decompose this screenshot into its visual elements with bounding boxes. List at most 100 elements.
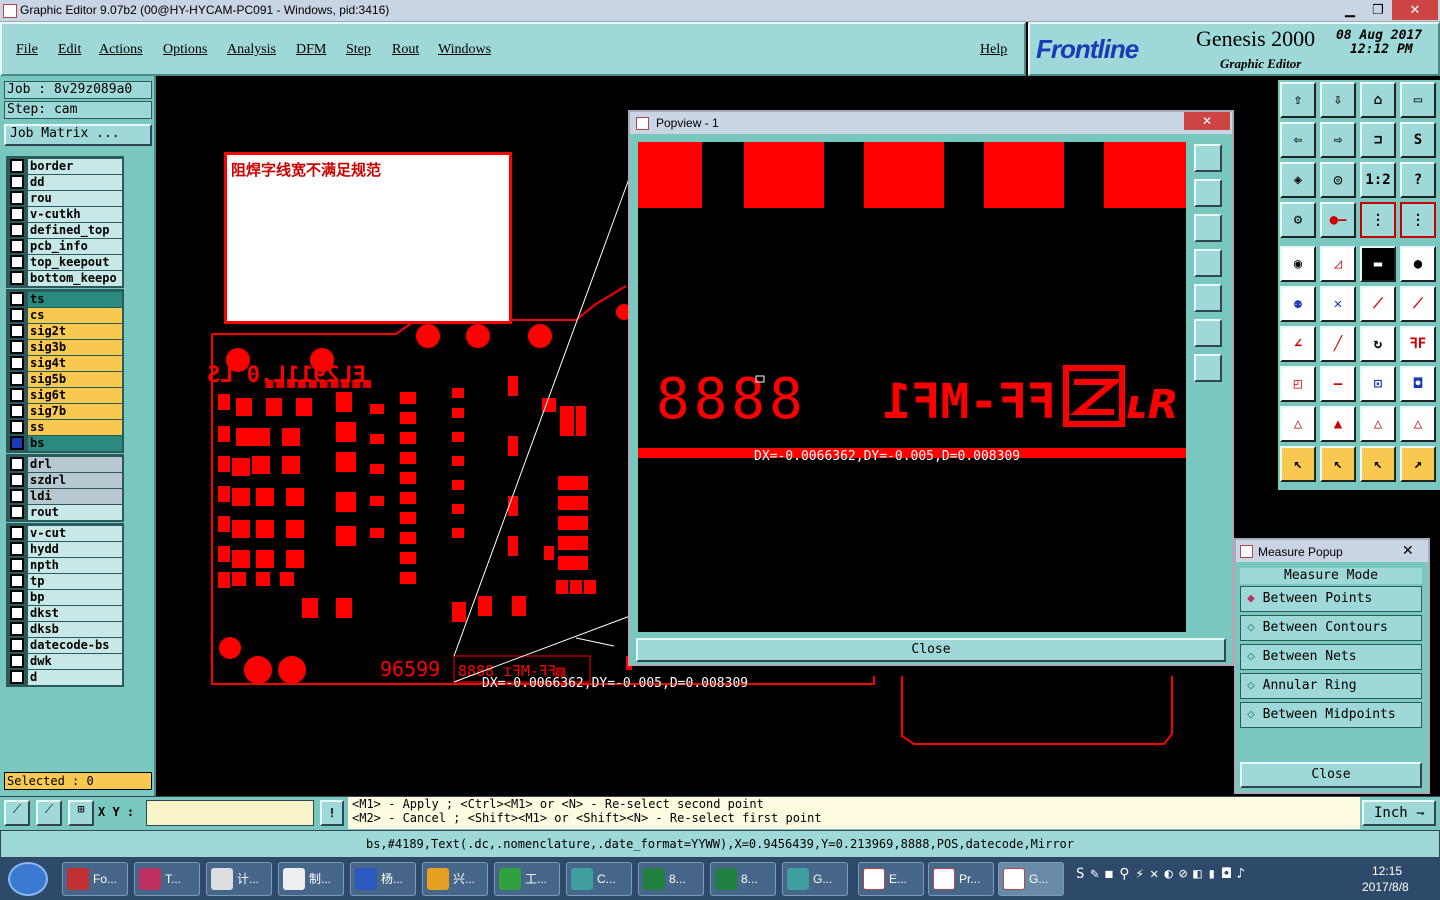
layer-name[interactable]: rout (28, 504, 122, 520)
triangle-3-icon[interactable]: △ (1360, 406, 1396, 442)
ruler-icon[interactable]: ▬ (1360, 246, 1396, 282)
layer-checkbox[interactable] (10, 622, 24, 636)
layer-checkbox[interactable] (10, 223, 24, 237)
home-view-icon[interactable]: ⌂ (1360, 82, 1396, 118)
menu-options[interactable]: Options (163, 42, 207, 58)
layer-name[interactable]: sig6t (28, 387, 122, 403)
measure-close-button[interactable]: Close (1240, 762, 1422, 788)
layer-checkbox[interactable] (10, 271, 24, 285)
layer-checkbox[interactable] (10, 159, 24, 173)
layer-row[interactable]: sig4t (8, 355, 122, 371)
layer-row[interactable]: defined_top (8, 222, 122, 238)
layer-row[interactable]: datecode-bs (8, 637, 122, 653)
distance-icon[interactable]: — (1320, 366, 1356, 402)
layer-checkbox[interactable] (10, 489, 24, 503)
layer-name[interactable]: rou (28, 190, 122, 206)
copy-icon[interactable]: ◰ (1280, 366, 1316, 402)
layer-name[interactable]: datecode-bs (28, 637, 122, 653)
layer-name[interactable]: tp (28, 573, 122, 589)
taskbar-item[interactable]: 工... (494, 862, 560, 896)
layer-row[interactable]: top_keepout (8, 254, 122, 270)
layer-row[interactable]: dd (8, 174, 122, 190)
layer-name[interactable]: dksb (28, 621, 122, 637)
window-view-icon[interactable]: ▭ (1400, 82, 1436, 118)
settings-icon[interactable]: ⚙ (1280, 202, 1316, 238)
taskbar-item[interactable]: Pr... (928, 862, 994, 896)
mode-annular-ring[interactable]: ◇ Annular Ring (1240, 673, 1422, 699)
layer-row[interactable]: drl (8, 456, 122, 472)
menu-rout[interactable]: Rout (392, 42, 419, 58)
job-matrix-button[interactable]: Job Matrix ... (4, 124, 152, 146)
layer-name[interactable]: bottom_keepo (28, 270, 122, 286)
grid-icon[interactable]: ⊞ (68, 800, 94, 826)
taskbar-item[interactable]: T... (134, 862, 200, 896)
zoom-home-icon[interactable] (1194, 144, 1222, 172)
line-end-icon[interactable]: ⟋ (1400, 286, 1436, 322)
taskbar-item[interactable]: 8... (638, 862, 704, 896)
layer-row[interactable]: tp (8, 573, 122, 589)
layer-checkbox[interactable] (10, 340, 24, 354)
layer-row[interactable]: bp (8, 589, 122, 605)
layer-name[interactable]: defined_top (28, 222, 122, 238)
layer-row[interactable]: szdrl (8, 472, 122, 488)
taskbar-item[interactable]: E... (858, 862, 924, 896)
system-tray[interactable]: S✎◼⚲⚡✕◐⊘◧▮◘♪ (1076, 866, 1346, 892)
mode-between-points[interactable]: ◆ Between Points (1240, 586, 1422, 612)
layer-checkbox[interactable] (10, 404, 24, 418)
layer-name[interactable]: dwk (28, 653, 122, 669)
layer-row[interactable]: bottom_keepo (8, 270, 122, 286)
layer-name[interactable]: szdrl (28, 472, 122, 488)
maximize-button[interactable]: ❐ (1364, 0, 1392, 20)
taskbar-item[interactable]: 杨... (350, 862, 416, 896)
mirror-icon[interactable]: ꟻF (1400, 326, 1436, 362)
snap-mode-icon[interactable]: ⟋ (4, 800, 30, 826)
add-round-icon[interactable]: ● (1400, 246, 1436, 282)
angle-icon[interactable]: ∠ (1280, 326, 1316, 362)
layer-checkbox[interactable] (10, 670, 24, 684)
layer-checkbox[interactable] (10, 175, 24, 189)
layer-row[interactable]: sig7b (8, 403, 122, 419)
taskbar-item[interactable]: G... (782, 862, 848, 896)
menu-step[interactable]: Step (346, 42, 371, 58)
layer-name[interactable]: border (28, 158, 122, 174)
popview-close-icon[interactable]: ✕ (1184, 112, 1230, 130)
layer-checkbox[interactable] (10, 239, 24, 253)
popview-close-button[interactable]: Close (636, 638, 1226, 662)
connectivity-icon[interactable]: ⋮ (1400, 202, 1436, 238)
layer-checkbox[interactable] (10, 388, 24, 402)
layer-name[interactable]: cs (28, 307, 122, 323)
taskbar-item-active[interactable]: G... (998, 862, 1064, 896)
layer-name[interactable]: v-cut (28, 525, 122, 541)
zoom-fit-icon[interactable]: ⊐ (1360, 122, 1396, 158)
add-pad-icon[interactable]: ◉ (1280, 246, 1316, 282)
layer-name[interactable]: sig2t (28, 323, 122, 339)
taskbar-item[interactable]: 8... (710, 862, 776, 896)
scale-1-2-icon[interactable]: 1:2 (1360, 162, 1396, 198)
layer-row[interactable]: dkst (8, 605, 122, 621)
pan-left-icon[interactable] (1194, 249, 1222, 277)
layer-name[interactable]: ldi (28, 488, 122, 504)
layer-row[interactable]: bs (8, 435, 122, 451)
pan-right-tool-icon[interactable]: ⇨ (1320, 122, 1356, 158)
layer-name[interactable]: sig3b (28, 339, 122, 355)
layer-checkbox[interactable] (10, 542, 24, 556)
layer-row[interactable]: sig2t (8, 323, 122, 339)
cross-icon[interactable]: ✕ (1320, 286, 1356, 322)
layer-row[interactable]: rou (8, 190, 122, 206)
layer-checkbox[interactable] (10, 207, 24, 221)
pan-right-icon[interactable] (1194, 284, 1222, 312)
taskbar-item[interactable]: 兴... (422, 862, 488, 896)
layer-checkbox[interactable] (10, 191, 24, 205)
layer-checkbox[interactable] (10, 324, 24, 338)
line-dot-icon[interactable]: ⟋ (1360, 286, 1396, 322)
layer-row[interactable]: dwk (8, 653, 122, 669)
layer-checkbox[interactable] (10, 606, 24, 620)
pointer-icon[interactable]: ↖ (1280, 446, 1316, 482)
layer-row[interactable]: sig6t (8, 387, 122, 403)
layer-row[interactable]: ts (8, 291, 122, 307)
layer-row[interactable]: rout (8, 504, 122, 520)
alert-icon[interactable]: ! (320, 800, 344, 826)
select-icon[interactable]: ↖ (1320, 446, 1356, 482)
layer-name[interactable]: d (28, 669, 122, 685)
start-button[interactable] (8, 862, 48, 896)
